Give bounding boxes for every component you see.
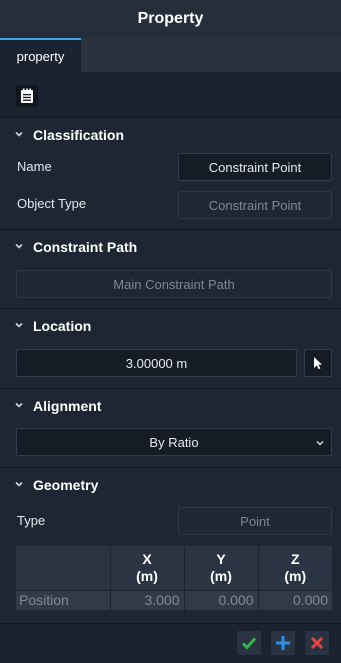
tab-bar: property <box>0 38 341 72</box>
section-title: Classification <box>33 127 125 143</box>
location-section: Location 3.00000 m <box>0 309 341 389</box>
tab-property[interactable]: property <box>0 38 81 72</box>
alignment-select[interactable]: By Ratio <box>16 428 332 456</box>
confirm-button[interactable] <box>237 631 261 655</box>
toolbar <box>0 72 341 118</box>
chevron-down-icon <box>15 481 23 487</box>
checkmark-icon <box>241 637 257 650</box>
geometry-section: Geometry Type Point X (m) Y (m) Z (m) Posit… <box>0 468 341 624</box>
name-label: Name <box>17 159 52 174</box>
footer-bar <box>0 624 341 663</box>
constraint-path-header[interactable]: Constraint Path <box>0 230 341 264</box>
column-header-x: X (m) <box>110 546 185 590</box>
geometry-header[interactable]: Geometry <box>0 468 341 502</box>
document-list-icon <box>21 88 33 103</box>
chevron-down-icon <box>316 440 324 446</box>
constraint-path-field: Main Constraint Path <box>16 270 332 298</box>
close-icon <box>310 636 324 650</box>
add-button[interactable] <box>271 631 295 655</box>
column-header-z: Z (m) <box>258 546 332 590</box>
alignment-selected-value: By Ratio <box>149 434 199 450</box>
section-title: Alignment <box>33 398 102 414</box>
chevron-down-icon <box>15 243 23 249</box>
chevron-down-icon <box>15 131 23 137</box>
chevron-down-icon <box>15 402 23 408</box>
row-label-position: Position <box>16 589 111 610</box>
type-label: Type <box>17 513 46 528</box>
table-row: Position 3.000 0.000 0.000 <box>16 589 332 610</box>
plus-icon <box>276 636 290 650</box>
name-field[interactable]: Constraint Point <box>178 153 332 181</box>
section-title: Geometry <box>33 477 99 493</box>
section-title: Location <box>33 318 92 334</box>
location-input[interactable]: 3.00000 m <box>16 349 297 377</box>
document-list-button[interactable] <box>16 85 38 107</box>
object-type-field: Constraint Point <box>178 191 332 219</box>
cell-position-z[interactable]: 0.000 <box>258 589 332 610</box>
classification-section: Classification Name Constraint Point Obj… <box>0 118 341 230</box>
cursor-arrow-icon <box>314 357 322 370</box>
pick-location-button[interactable] <box>304 349 332 377</box>
corner-header-cell <box>16 546 111 590</box>
cancel-button[interactable] <box>305 631 329 655</box>
column-header-y: Y (m) <box>184 546 259 590</box>
object-type-label: Object Type <box>17 196 87 211</box>
section-title: Constraint Path <box>33 239 138 255</box>
table-header-row: X (m) Y (m) Z (m) <box>16 546 332 590</box>
alignment-section: Alignment By Ratio <box>0 389 341 468</box>
type-field: Point <box>178 507 332 535</box>
alignment-header[interactable]: Alignment <box>0 389 341 423</box>
window-title: Property <box>0 0 341 38</box>
location-header[interactable]: Location <box>0 309 341 343</box>
cell-position-y[interactable]: 0.000 <box>184 589 259 610</box>
classification-header[interactable]: Classification <box>0 118 341 152</box>
cell-position-x[interactable]: 3.000 <box>110 589 185 610</box>
position-table: X (m) Y (m) Z (m) Position 3.000 0.000 0.00… <box>16 546 332 610</box>
chevron-down-icon <box>15 322 23 328</box>
constraint-path-section: Constraint Path Main Constraint Path <box>0 230 341 309</box>
